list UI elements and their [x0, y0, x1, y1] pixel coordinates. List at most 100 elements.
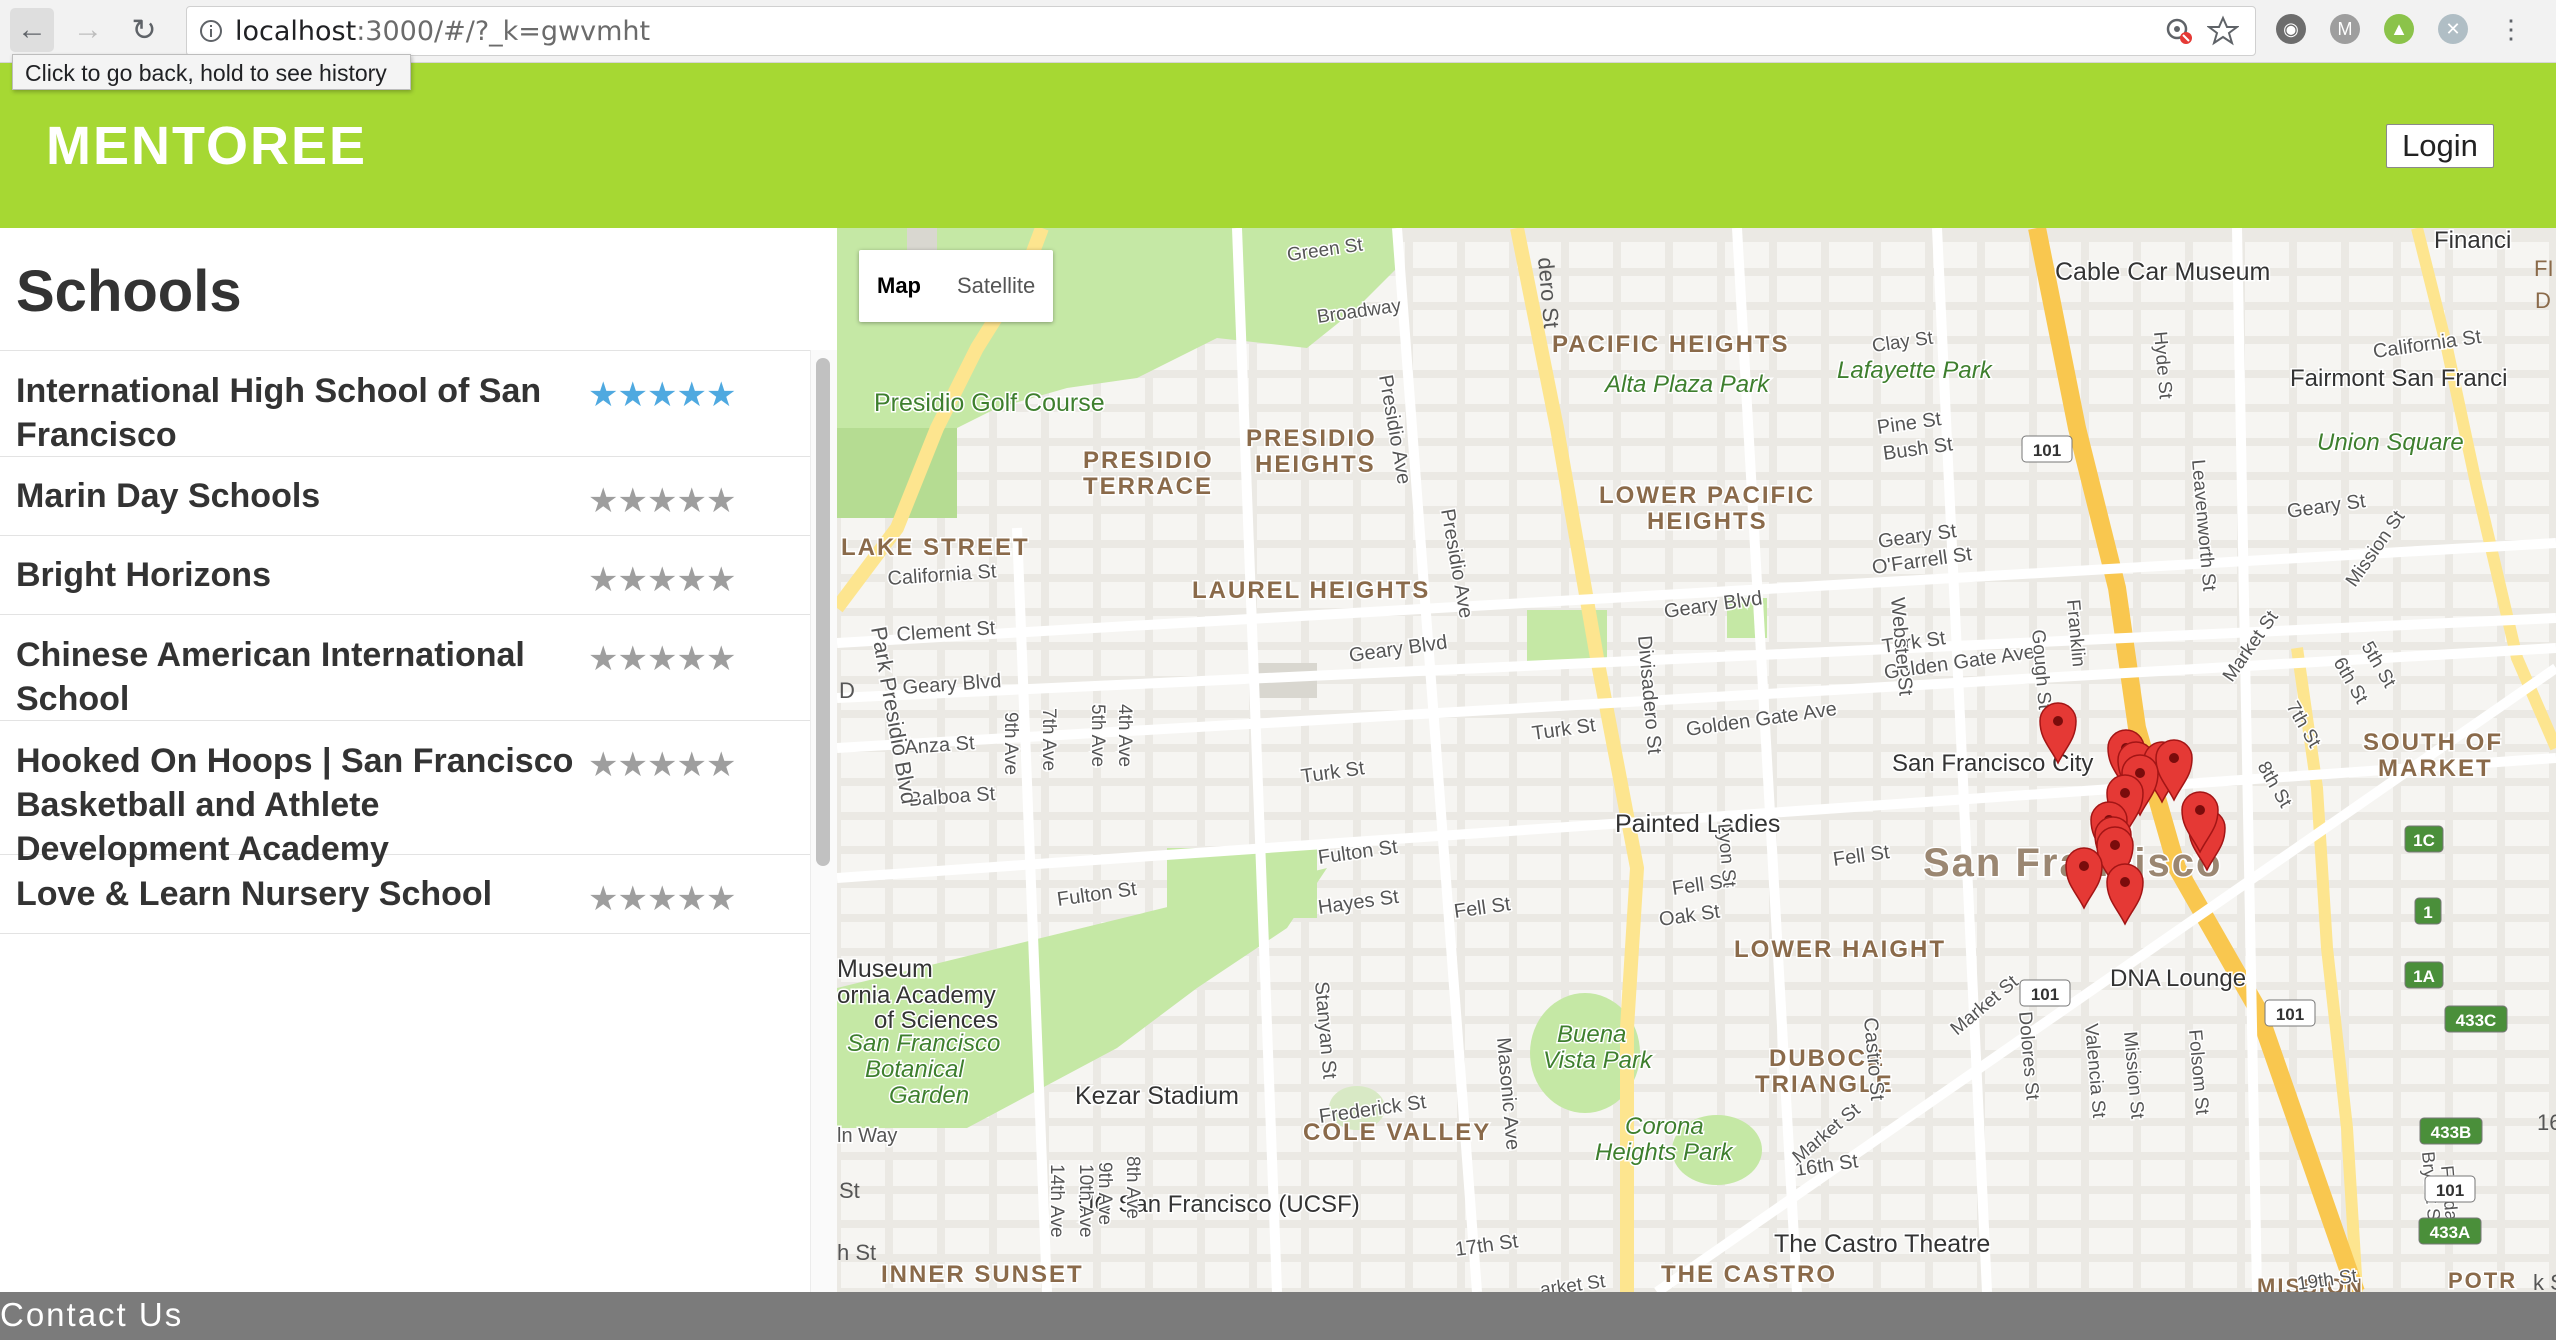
map-label: Vista Park — [1543, 1047, 1654, 1074]
star-icon[interactable]: ★ — [588, 640, 619, 678]
school-name[interactable]: Hooked On Hoops | San Francisco Basketba… — [16, 739, 576, 871]
back-arrow-icon: ← — [17, 13, 47, 46]
star-icon[interactable]: ★ — [706, 640, 737, 678]
highway-shield-label: 433A — [2430, 1223, 2471, 1242]
location-blocked-icon[interactable] — [2163, 15, 2195, 47]
reload-button[interactable]: ↻ — [122, 8, 166, 52]
brand-logo[interactable]: MENTOREE — [46, 115, 367, 177]
star-icon[interactable]: ★ — [617, 746, 648, 784]
menu-icon[interactable]: ⋮ — [2496, 14, 2526, 44]
star-rating[interactable]: ★★★★★ — [588, 560, 737, 600]
map-label-fragment: 16 — [2537, 1110, 2556, 1135]
school-list[interactable]: International High School of San Francis… — [0, 351, 810, 934]
school-name[interactable]: Bright Horizons — [16, 553, 576, 597]
star-rating[interactable]: ★★★★★ — [588, 745, 737, 785]
star-icon[interactable]: ★ — [676, 561, 707, 599]
map-label: Museum — [837, 955, 933, 983]
school-list-item[interactable]: Hooked On Hoops | San Francisco Basketba… — [0, 721, 810, 868]
extension-profile-icon[interactable]: M — [2330, 14, 2360, 44]
star-icon[interactable]: ★ — [706, 376, 737, 414]
url-host: localhost — [235, 16, 357, 47]
map-label: TERRACE — [1083, 473, 1213, 500]
star-icon[interactable]: ★ — [588, 561, 619, 599]
star-icon[interactable]: ★ — [647, 482, 678, 520]
bookmark-star-icon[interactable] — [2207, 15, 2239, 47]
star-icon[interactable]: ★ — [617, 640, 648, 678]
map-label: Buena — [1557, 1021, 1626, 1048]
star-rating[interactable]: ★★★★★ — [588, 879, 737, 919]
highway-shield-label: 1A — [2413, 967, 2435, 986]
star-icon[interactable]: ★ — [676, 376, 707, 414]
star-icon[interactable]: ★ — [706, 561, 737, 599]
star-icon[interactable]: ★ — [617, 561, 648, 599]
scrollbar-thumb[interactable] — [816, 358, 830, 866]
highway-shield-label: 433C — [2456, 1011, 2497, 1030]
star-icon[interactable]: ★ — [588, 482, 619, 520]
school-list-item[interactable]: Chinese American International School ★★★… — [0, 615, 810, 721]
star-icon[interactable]: ★ — [676, 482, 707, 520]
star-icon[interactable]: ★ — [617, 376, 648, 414]
map-label: ln Way — [837, 1125, 897, 1147]
star-icon[interactable]: ★ — [706, 482, 737, 520]
map-label: THE CASTRO — [1661, 1261, 1837, 1288]
login-button[interactable]: Login — [2386, 124, 2494, 168]
star-icon[interactable]: ★ — [647, 376, 678, 414]
star-icon[interactable]: ★ — [706, 880, 737, 918]
school-name[interactable]: International High School of San Francis… — [16, 369, 576, 457]
star-rating[interactable]: ★★★★★ — [588, 639, 737, 679]
star-icon[interactable]: ★ — [647, 880, 678, 918]
star-icon[interactable]: ★ — [647, 640, 678, 678]
contact-us-link[interactable]: Contact Us — [0, 1296, 183, 1334]
star-icon[interactable]: ★ — [617, 482, 648, 520]
star-rating[interactable]: ★★★★★ — [588, 375, 737, 415]
map-label: POTR — [2448, 1268, 2517, 1292]
star-icon[interactable]: ★ — [588, 746, 619, 784]
map-type-satellite[interactable]: Satellite — [939, 250, 1053, 322]
map-label: MARKET — [2378, 755, 2493, 782]
map-view[interactable]: Cable Car Museum Financi PACIFIC HEIGHTS Al… — [837, 228, 2556, 1292]
reload-icon: ↻ — [131, 13, 157, 47]
map-label: LAUREL HEIGHTS — [1192, 577, 1430, 604]
school-list-item[interactable]: Marin Day Schools ★★★★★ — [0, 457, 810, 536]
star-icon[interactable]: ★ — [676, 880, 707, 918]
address-bar[interactable]: localhost:3000/#/?_k=gwvmht — [186, 6, 2256, 56]
map-label-fragment: D — [2535, 288, 2551, 313]
url-text: localhost:3000/#/?_k=gwvmht — [235, 16, 650, 47]
extension-cookie-icon[interactable]: ◉ — [2276, 14, 2306, 44]
star-rating[interactable]: ★★★★★ — [588, 481, 737, 521]
map-label: San Francisco — [847, 1030, 1000, 1057]
star-icon[interactable]: ★ — [617, 880, 648, 918]
star-icon[interactable]: ★ — [676, 746, 707, 784]
map-street-label: 7th Ave — [1038, 708, 1059, 771]
map-label: PRESIDIO — [1083, 447, 1214, 474]
footer: Contact Us — [0, 1292, 2556, 1340]
star-icon[interactable]: ★ — [588, 376, 619, 414]
school-list-item[interactable]: Bright Horizons ★★★★★ — [0, 536, 810, 615]
back-button[interactable]: ← — [10, 8, 54, 52]
school-name[interactable]: Marin Day Schools — [16, 474, 576, 518]
map-label-fragment: FI — [2534, 256, 2554, 281]
star-icon[interactable]: ★ — [647, 561, 678, 599]
map-street-label: 10th Ave — [1075, 1164, 1096, 1238]
star-icon[interactable]: ★ — [706, 746, 737, 784]
map-type-toggle[interactable]: Map Satellite — [859, 250, 1054, 322]
school-name[interactable]: Love & Learn Nursery School — [16, 872, 576, 916]
forward-arrow-icon: → — [73, 13, 103, 46]
school-list-item[interactable]: International High School of San Francis… — [0, 351, 810, 457]
extension-basket-icon[interactable]: ▲ — [2384, 14, 2414, 44]
forward-button[interactable]: → — [66, 8, 110, 52]
school-list-item[interactable]: Love & Learn Nursery School ★★★★★ — [0, 855, 810, 934]
school-name[interactable]: Chinese American International School — [16, 633, 576, 721]
map-label: Lafayette Park — [1837, 357, 1994, 384]
map-label: The Castro Theatre — [1774, 1230, 1990, 1258]
extension-profile-letter: M — [2337, 18, 2353, 39]
highway-shield-label: 433B — [2431, 1123, 2472, 1142]
star-icon[interactable]: ★ — [676, 640, 707, 678]
map-canvas[interactable]: Cable Car Museum Financi PACIFIC HEIGHTS Al… — [837, 228, 2556, 1292]
map-marker-dot — [2120, 788, 2130, 798]
map-label: Kezar Stadium — [1075, 1082, 1239, 1110]
map-type-map[interactable]: Map — [859, 250, 939, 322]
star-icon[interactable]: ★ — [588, 880, 619, 918]
star-icon[interactable]: ★ — [647, 746, 678, 784]
extension-x-icon[interactable]: ✕ — [2438, 14, 2468, 44]
